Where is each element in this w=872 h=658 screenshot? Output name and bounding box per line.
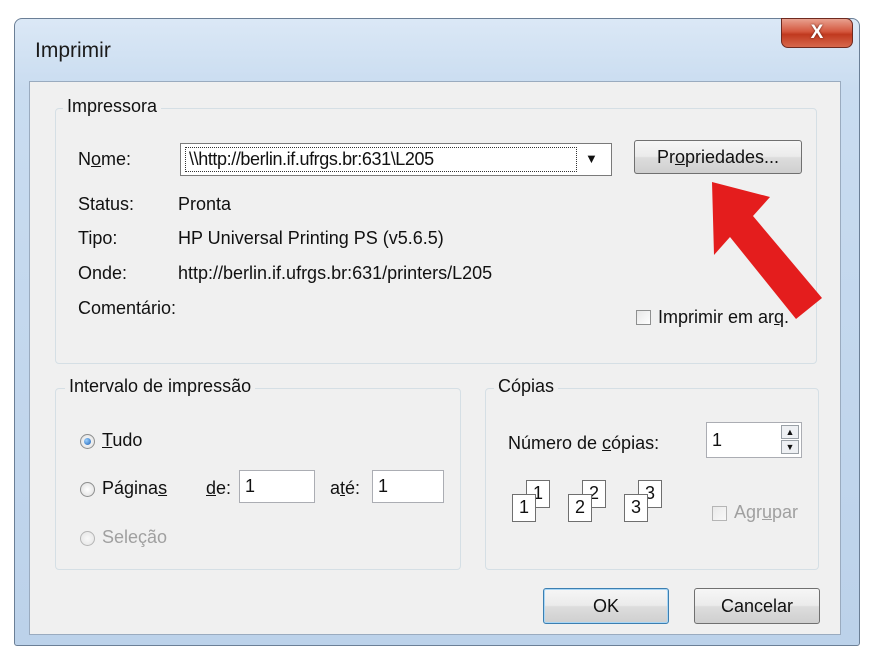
print-to-file-checkbox[interactable] [636, 310, 651, 325]
where-label: Onde: [78, 263, 128, 283]
ok-button[interactable]: OK [543, 588, 669, 624]
dialog-client-area: Impressora Nome: \\http://berlin.if.ufrg… [29, 81, 841, 635]
printer-group-legend: Impressora [63, 96, 162, 117]
spin-down-icon[interactable]: ▼ [781, 440, 799, 454]
copies-count-label: Número de cópias: [508, 433, 660, 453]
copies-count-value: 1 [712, 430, 723, 450]
printer-name-value: \\http://berlin.if.ufrgs.br:631\L205 [189, 149, 434, 169]
all-radio[interactable] [80, 434, 95, 449]
red-arrow-annotation-icon [712, 182, 822, 319]
page-front-3: 3 [624, 494, 648, 522]
from-page-input[interactable]: 1 [239, 470, 315, 503]
status-value: Pronta [178, 194, 232, 214]
printer-name-label: Nome: [78, 149, 132, 169]
chevron-down-icon[interactable]: ▼ [585, 144, 598, 174]
from-label: de: [206, 478, 232, 498]
status-label: Status: [78, 194, 135, 214]
print-range-legend: Intervalo de impressão [65, 376, 256, 397]
comment-label: Comentário: [78, 298, 177, 318]
collate-checkbox[interactable] [712, 506, 727, 521]
selection-label: Seleção [102, 527, 168, 547]
printer-name-select[interactable]: \\http://berlin.if.ufrgs.br:631\L205 ▼ [180, 143, 612, 176]
type-value: HP Universal Printing PS (v5.6.5) [178, 228, 444, 248]
red-arrow-shape [712, 182, 822, 319]
pages-label[interactable]: Páginas [102, 478, 167, 499]
collate-label: Agrupar [734, 502, 799, 522]
selection-radio[interactable] [80, 531, 95, 546]
collate-pages-icon: 1 1 2 2 3 3 [512, 480, 694, 540]
copies-count-spinner[interactable]: 1 ▲ ▼ [706, 422, 802, 458]
where-value: http://berlin.if.ufrgs.br:631/printers/L… [178, 263, 493, 283]
type-label: Tipo: [78, 228, 118, 248]
pages-radio[interactable] [80, 482, 95, 497]
window-title: Imprimir [35, 39, 111, 62]
copies-legend: Cópias [494, 376, 559, 397]
spin-up-icon[interactable]: ▲ [781, 425, 799, 439]
close-button[interactable]: X [781, 18, 853, 48]
to-label: até: [330, 478, 361, 498]
page-front-1: 1 [512, 494, 536, 522]
all-label[interactable]: Tudo [102, 430, 142, 451]
to-page-input[interactable]: 1 [372, 470, 444, 503]
cancel-button[interactable]: Cancelar [694, 588, 820, 624]
copies-group [485, 388, 819, 570]
page-front-2: 2 [568, 494, 592, 522]
properties-button[interactable]: Propriedades... [634, 140, 802, 174]
print-dialog-window: Imprimir X Impressora Nome: \\http://ber… [14, 18, 860, 646]
